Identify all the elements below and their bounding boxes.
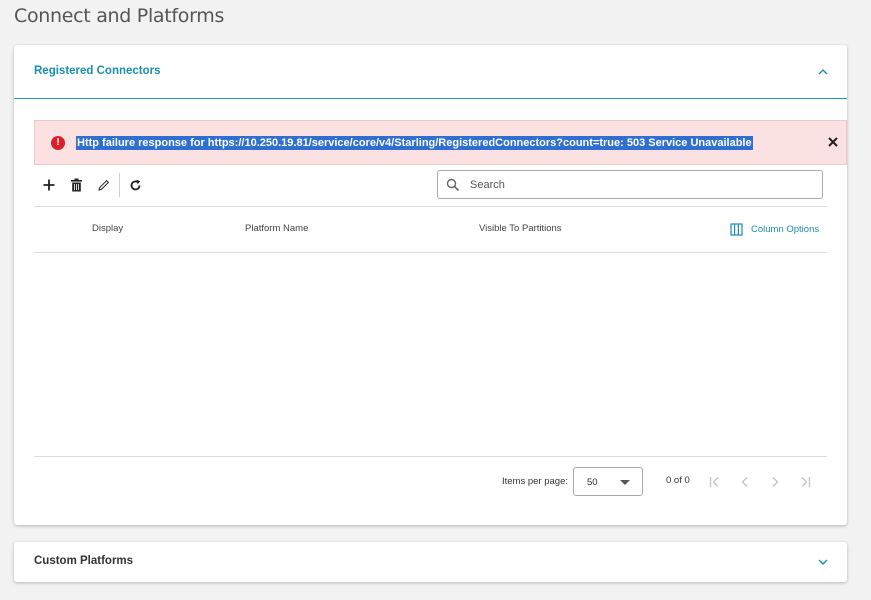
- registered-connectors-header[interactable]: Registered Connectors: [14, 45, 847, 99]
- registered-connectors-panel: Registered Connectors ! Http failure res…: [14, 45, 847, 525]
- table-footer-divider: [34, 456, 827, 457]
- refresh-button[interactable]: [126, 176, 144, 194]
- add-icon: [43, 179, 55, 191]
- column-options-label: Column Options: [751, 223, 820, 235]
- registered-connectors-title: Registered Connectors: [34, 65, 161, 77]
- error-message: Http failure response for https://10.250…: [76, 136, 753, 150]
- edit-icon: [97, 179, 109, 191]
- edit-button[interactable]: [94, 176, 112, 194]
- chevron-up-icon[interactable]: [817, 66, 829, 78]
- table-header-divider: [34, 252, 827, 253]
- column-header-platform-name[interactable]: Platform Name: [245, 223, 308, 234]
- toolbar-separator: [119, 173, 120, 197]
- close-icon[interactable]: [826, 135, 840, 149]
- page-title: Connect and Platforms: [14, 5, 225, 27]
- caret-down-icon: [620, 480, 630, 485]
- custom-platforms-title: Custom Platforms: [34, 555, 134, 567]
- toolbar: [34, 173, 154, 197]
- search-input[interactable]: [470, 175, 810, 195]
- column-header-visible-to-partitions[interactable]: Visible To Partitions: [479, 223, 562, 234]
- chevron-down-icon[interactable]: [817, 556, 829, 568]
- exclamation-circle-icon: !: [51, 136, 65, 150]
- items-per-page-value: 50: [587, 477, 598, 488]
- error-banner: ! Http failure response for https://10.2…: [34, 120, 847, 165]
- add-button[interactable]: [40, 176, 58, 194]
- last-page-icon[interactable]: [798, 475, 812, 489]
- items-per-page-select[interactable]: 50: [573, 467, 643, 496]
- table-top-divider: [34, 206, 827, 207]
- pagination-range: 0 of 0: [666, 475, 690, 486]
- columns-icon: [730, 222, 743, 236]
- refresh-icon: [130, 179, 140, 190]
- previous-page-icon[interactable]: [738, 475, 752, 489]
- custom-platforms-panel[interactable]: Custom Platforms: [14, 542, 847, 582]
- delete-button[interactable]: [67, 176, 85, 194]
- first-page-icon[interactable]: [708, 475, 722, 489]
- delete-icon: [70, 178, 82, 192]
- search-box: [437, 170, 823, 199]
- next-page-icon[interactable]: [768, 475, 782, 489]
- items-per-page-label: Items per page:: [502, 476, 569, 487]
- search-icon: [446, 178, 460, 192]
- column-options-button[interactable]: Column Options: [730, 222, 819, 236]
- column-header-display[interactable]: Display: [92, 223, 123, 234]
